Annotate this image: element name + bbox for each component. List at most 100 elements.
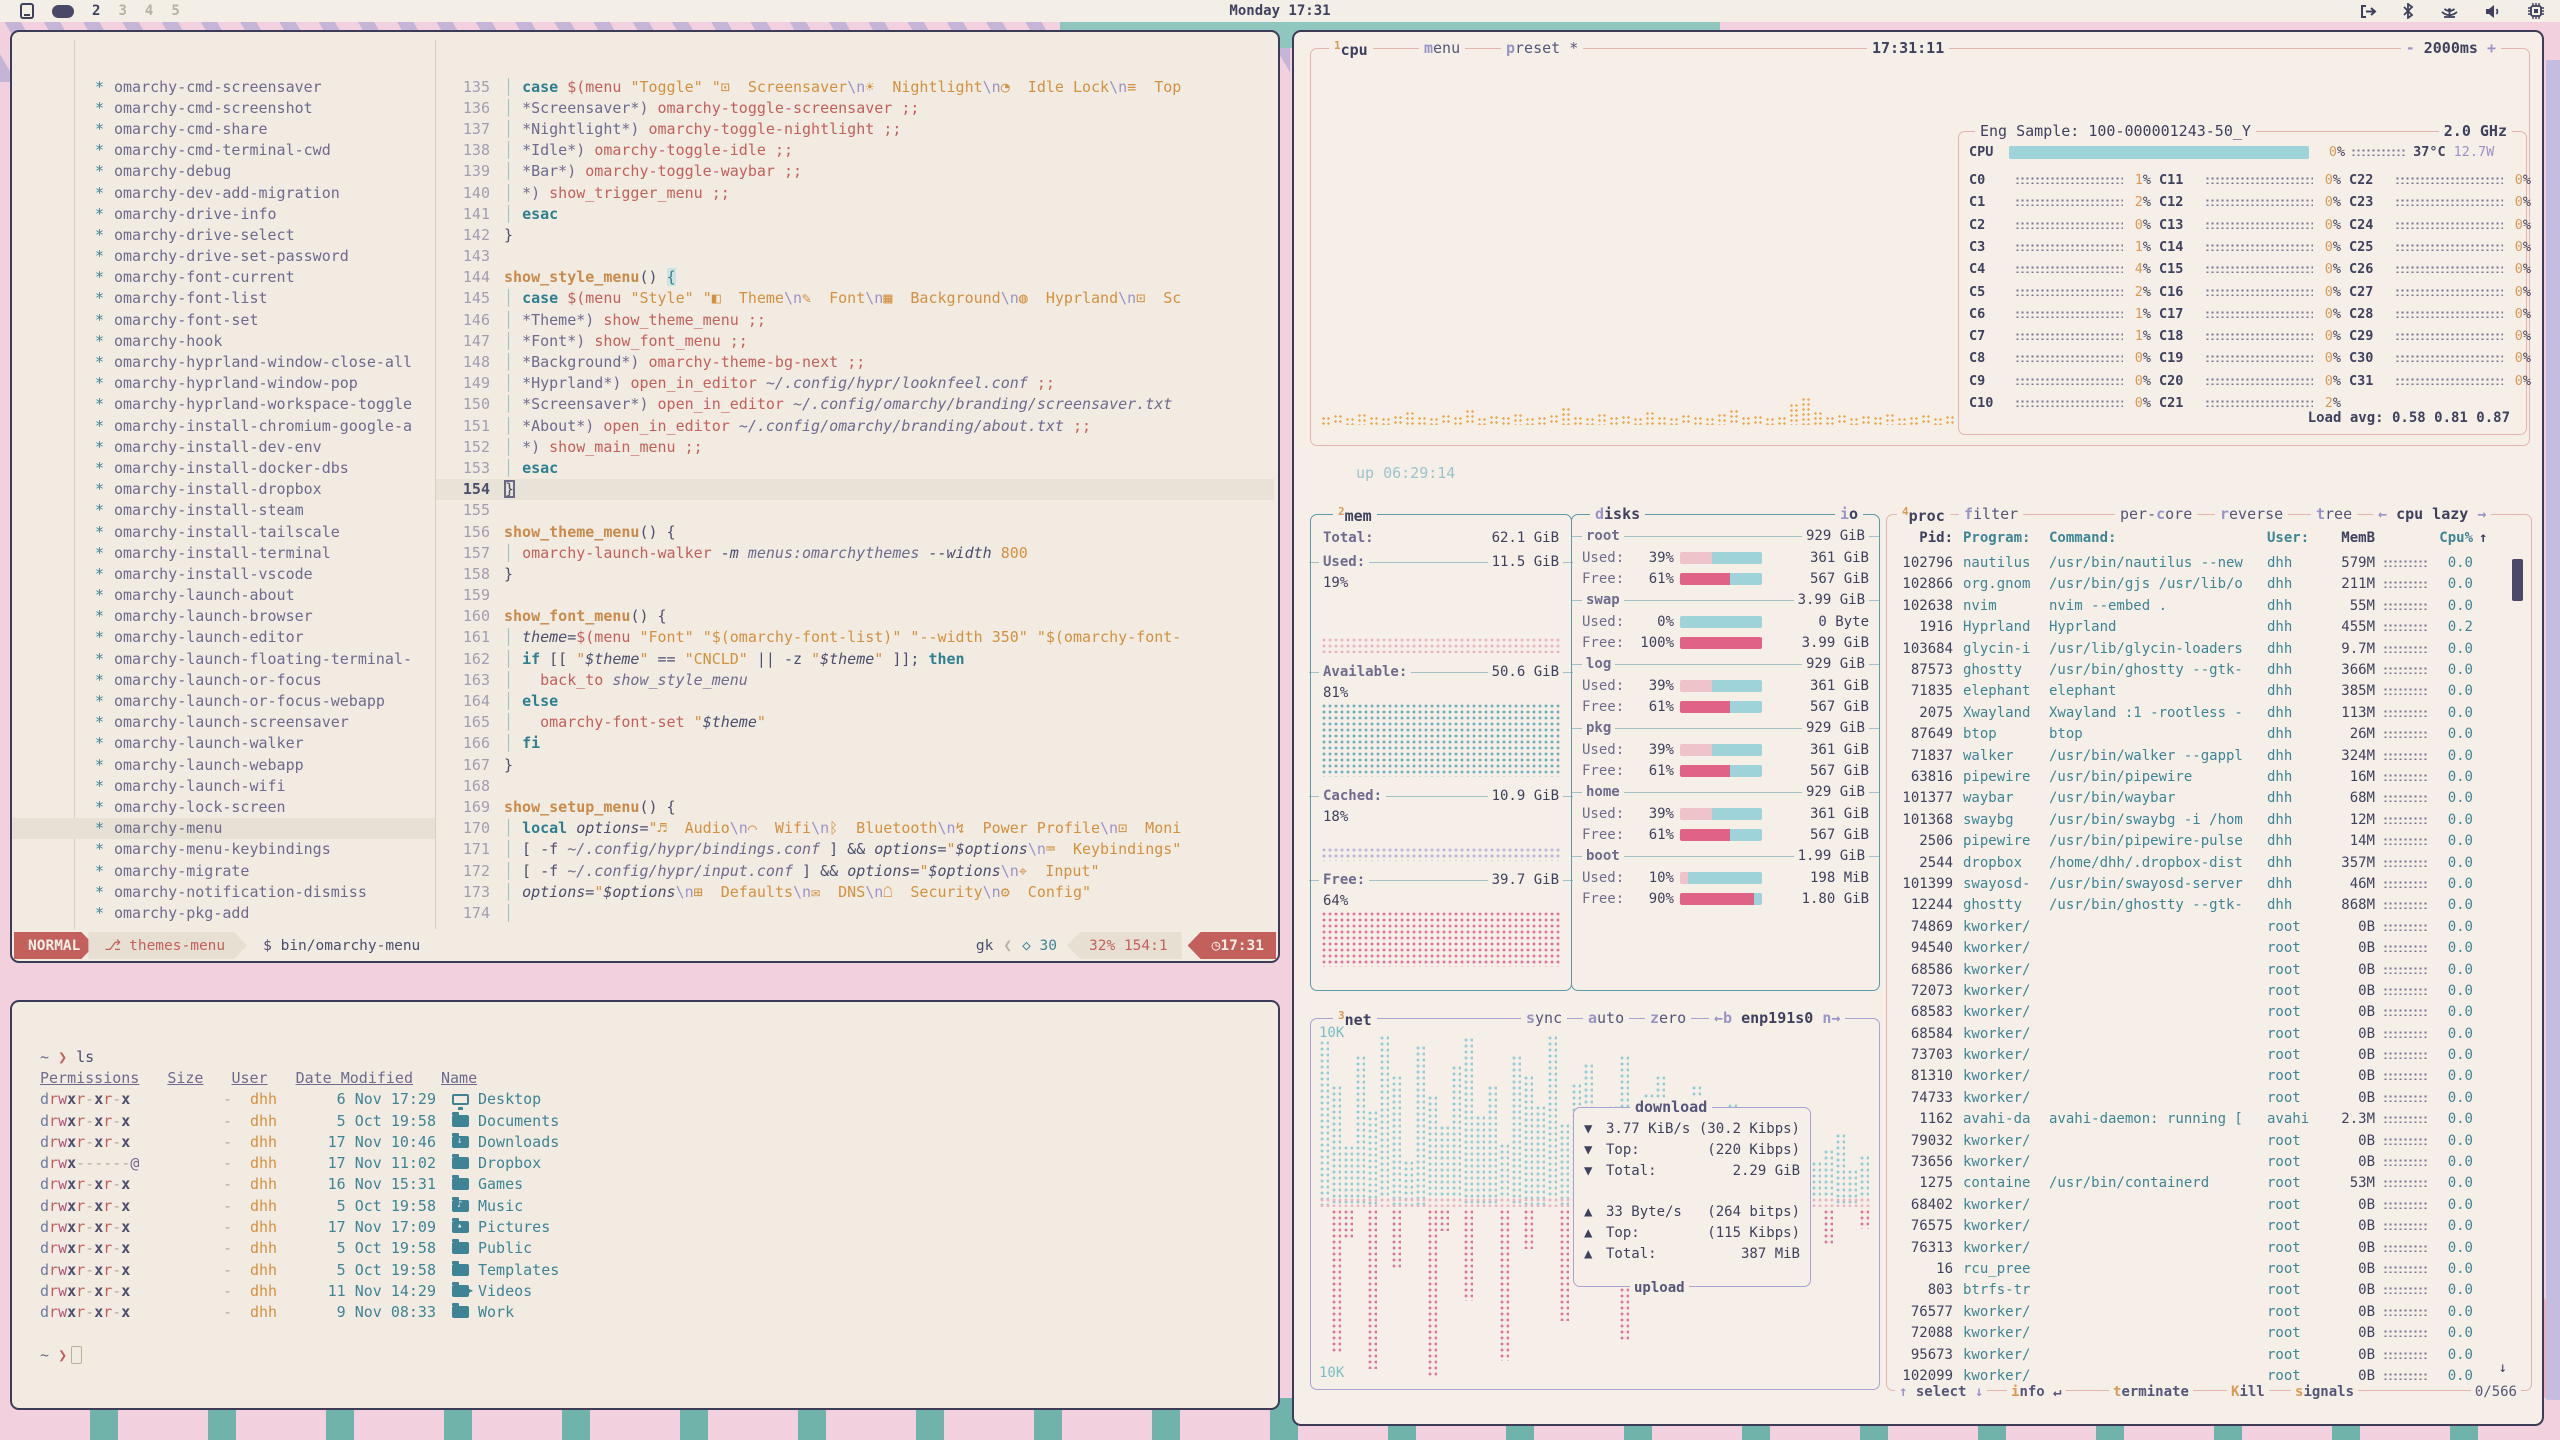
file-list-item[interactable]: * omarchy-menu-keybindings — [12, 839, 435, 860]
ls-row[interactable]: drwxr-xr-x - dhh 16 Nov 15:31 Games — [40, 1174, 1258, 1195]
proc-row[interactable]: 73703 kworker/ root 0B 0.0 — [1895, 1044, 2523, 1065]
file-list-item[interactable]: * omarchy-hyprland-workspace-toggle — [12, 394, 435, 415]
code-line[interactable]: 165 │ omarchy-font-set "$theme" — [436, 712, 1274, 733]
workspace-active-pill[interactable] — [52, 5, 74, 18]
proc-row[interactable]: 102796 nautilus /usr/bin/nautilus --new … — [1895, 552, 2523, 573]
preset-button[interactable]: preset * — [1501, 39, 1583, 57]
proc-row[interactable]: 76577 kworker/ root 0B 0.0 — [1895, 1301, 2523, 1322]
code-line[interactable]: 152 │ *) show_main_menu ;; — [436, 436, 1274, 457]
code-line[interactable]: 173 │ options="$options\n⊞ Defaults\n✉ D… — [436, 881, 1274, 902]
ls-row[interactable]: drwxr-xr-x - dhh 5 Oct 19:58 Documents — [40, 1110, 1258, 1131]
file-list-item[interactable]: * omarchy-cmd-share — [12, 118, 435, 139]
proc-row[interactable]: 76575 kworker/ root 0B 0.0 — [1895, 1216, 2523, 1237]
cpu-chip-icon[interactable] — [2528, 3, 2544, 19]
code-line[interactable]: 155 — [436, 500, 1274, 521]
file-list-item[interactable]: * omarchy-drive-set-password — [12, 246, 435, 267]
code-line[interactable]: 145 │ case $(menu "Style" "◧ Theme\n✎ Fo… — [436, 288, 1274, 309]
file-list-item[interactable]: * omarchy-hyprland-window-close-all — [12, 351, 435, 372]
code-line[interactable]: 141 │ esac — [436, 203, 1274, 224]
file-list-item[interactable]: * omarchy-lock-screen — [12, 796, 435, 817]
proc-row[interactable]: 68583 kworker/ root 0B 0.0 — [1895, 1002, 2523, 1023]
code-line[interactable]: 159 — [436, 585, 1274, 606]
proc-row[interactable]: 72073 kworker/ root 0B 0.0 — [1895, 980, 2523, 1001]
file-list-item[interactable]: * omarchy-install-tailscale — [12, 521, 435, 542]
proc-row[interactable]: 2506 pipewire /usr/bin/pipewire-pulse dh… — [1895, 830, 2523, 851]
select-hint[interactable]: ↑ select ↓ — [1895, 1384, 1987, 1400]
code-line[interactable]: 151 │ *About*) open_in_editor ~/.config/… — [436, 415, 1274, 436]
proc-row[interactable]: 1916 Hyprland Hyprland dhh 455M 0.2 — [1895, 617, 2523, 638]
file-list-item[interactable]: * omarchy-launch-walker — [12, 733, 435, 754]
proc-row[interactable]: 76313 kworker/ root 0B 0.0 — [1895, 1237, 2523, 1258]
proc-row[interactable]: 102099 kworker/ root 0B 0.0 — [1895, 1365, 2523, 1386]
bluetooth-icon[interactable] — [2403, 3, 2414, 19]
net-auto-button[interactable]: auto — [1583, 1009, 1629, 1027]
ls-row[interactable]: drwxr-xr-x - dhh 6 Nov 17:29 Desktop — [40, 1089, 1258, 1110]
code-line[interactable]: 167 } — [436, 754, 1274, 775]
proc-row[interactable]: 101368 swaybg /usr/bin/swaybg -i /hom dh… — [1895, 809, 2523, 830]
code-line[interactable]: 147 │ *Font*) show_font_menu ;; — [436, 330, 1274, 351]
workspace-number[interactable]: 2 — [92, 3, 100, 19]
file-list-item[interactable]: * omarchy-drive-info — [12, 203, 435, 224]
proc-row[interactable]: 102866 org.gnom /usr/bin/gjs /usr/lib/o … — [1895, 574, 2523, 595]
code-line[interactable]: 163 │ back_to show_style_menu — [436, 669, 1274, 690]
file-list-item[interactable]: * omarchy-pkg-add — [12, 902, 435, 923]
sort-column[interactable]: ← cpu lazy → — [2373, 505, 2491, 523]
update-interval[interactable]: - - 2000ms +2000ms + — [2401, 39, 2501, 57]
file-list-item[interactable]: * omarchy-dev-add-migration — [12, 182, 435, 203]
proc-row[interactable]: 68586 kworker/ root 0B 0.0 — [1895, 959, 2523, 980]
proc-row[interactable]: 87573 ghostty /usr/bin/ghostty --gtk- dh… — [1895, 659, 2523, 680]
code-line[interactable]: 166 │ fi — [436, 733, 1274, 754]
io-button[interactable]: io — [1835, 505, 1863, 523]
net-sync-button[interactable]: sync — [1521, 1009, 1567, 1027]
proc-row[interactable]: 16 rcu_pree root 0B 0.0 — [1895, 1258, 2523, 1279]
proc-row[interactable]: 1162 avahi-da avahi-daemon: running [ av… — [1895, 1109, 2523, 1130]
proc-header[interactable]: Pid: Program: Command: User: MemB Cpu% ↑ — [1895, 527, 2523, 548]
code-line[interactable]: 164 │ else — [436, 690, 1274, 711]
code-line[interactable]: 139 │ *Bar*) omarchy-toggle-waybar ;; — [436, 161, 1274, 182]
code-line[interactable]: 148 │ *Background*) omarchy-theme-bg-nex… — [436, 351, 1274, 372]
menu-button[interactable]: menu — [1419, 39, 1465, 57]
git-branch[interactable]: ⎇ themes-menu — [88, 932, 247, 959]
file-list-item[interactable]: * omarchy-debug — [12, 161, 435, 182]
file-list-item[interactable]: * omarchy-migrate — [12, 860, 435, 881]
reverse-button[interactable]: reverse — [2215, 505, 2288, 523]
terminate-button[interactable]: terminate — [2109, 1384, 2193, 1400]
code-line[interactable]: 138 │ *Idle*) omarchy-toggle-idle ;; — [436, 140, 1274, 161]
file-list-item[interactable]: * omarchy-font-current — [12, 267, 435, 288]
filter-button[interactable]: filter — [1959, 505, 2023, 523]
ls-row[interactable]: drwx------@ - dhh 17 Nov 11:02 Dropbox — [40, 1152, 1258, 1173]
proc-row[interactable]: 71835 elephant elephant dhh 385M 0.0 — [1895, 681, 2523, 702]
tree-button[interactable]: tree — [2311, 505, 2357, 523]
file-list-item[interactable]: * omarchy-launch-screensaver — [12, 712, 435, 733]
code-line[interactable]: 136 │ *Screensaver*) omarchy-toggle-scre… — [436, 97, 1274, 118]
code-line[interactable]: 142 } — [436, 224, 1274, 245]
file-list-item[interactable]: * omarchy-launch-or-focus — [12, 669, 435, 690]
proc-row[interactable]: 71837 walker /usr/bin/walker --gappl dhh… — [1895, 745, 2523, 766]
workspace-number[interactable]: 4 — [145, 3, 153, 19]
ls-row[interactable]: drwxr-xr-x - dhh 11 Nov 14:29 Videos — [40, 1280, 1258, 1301]
file-list-item[interactable]: * omarchy-launch-browser — [12, 606, 435, 627]
file-list-item[interactable]: * omarchy-install-vscode — [12, 563, 435, 584]
file-list-item[interactable]: * omarchy-install-dev-env — [12, 436, 435, 457]
code-line[interactable]: 146 │ *Theme*) show_theme_menu ;; — [436, 309, 1274, 330]
proc-row[interactable]: 74869 kworker/ root 0B 0.0 — [1895, 916, 2523, 937]
proc-row[interactable]: 63816 pipewire /usr/bin/pipewire dhh 16M… — [1895, 766, 2523, 787]
proc-row[interactable]: 1275 containe /usr/bin/containerd root 5… — [1895, 1173, 2523, 1194]
code-editor[interactable]: 135 │ case $(menu "Toggle" "⊡ Screensave… — [436, 76, 1274, 924]
file-list-item[interactable]: * omarchy-hyprland-window-pop — [12, 373, 435, 394]
code-line[interactable]: 140 │ *) show_trigger_menu ;; — [436, 182, 1274, 203]
net-interface[interactable]: ←b enp191s0 n→ — [1709, 1009, 1845, 1027]
wifi-icon[interactable] — [2440, 4, 2459, 19]
file-list-item[interactable]: * omarchy-hook — [12, 330, 435, 351]
cpu-box-title[interactable]: 1cpu — [1329, 39, 1373, 59]
code-line[interactable]: 169 show_setup_menu() { — [436, 796, 1274, 817]
proc-row[interactable]: 803 btrfs-tr root 0B 0.0 — [1895, 1280, 2523, 1301]
code-line[interactable]: 174 │ — [436, 902, 1274, 923]
proc-row[interactable]: 95673 kworker/ root 0B 0.0 — [1895, 1344, 2523, 1365]
file-list-item[interactable]: * omarchy-install-chromium-google-a — [12, 415, 435, 436]
code-line[interactable]: 156 show_theme_menu() { — [436, 521, 1274, 542]
proc-row[interactable]: 68402 kworker/ root 0B 0.0 — [1895, 1194, 2523, 1215]
proc-row[interactable]: 2544 dropbox /home/dhh/.dropbox-dist dhh… — [1895, 852, 2523, 873]
code-line[interactable]: 168 — [436, 775, 1274, 796]
code-line[interactable]: 161 │ theme=$(menu "Font" "$(omarchy-fon… — [436, 627, 1274, 648]
